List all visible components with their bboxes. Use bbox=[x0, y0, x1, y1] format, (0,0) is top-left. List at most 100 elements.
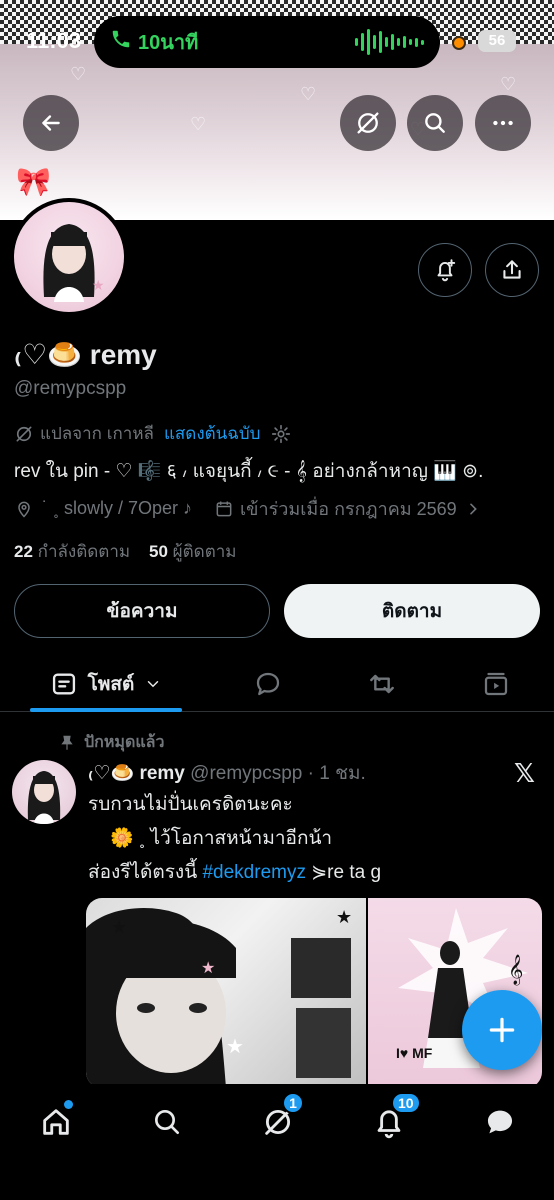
post-header: ₍♡🍮 remy @remypcspp · 1 ชม. bbox=[88, 758, 366, 788]
followers-link[interactable]: 50 ผู้ติดตาม bbox=[149, 542, 237, 561]
more-icon bbox=[493, 120, 513, 126]
profile-tabs: โพสต์ bbox=[0, 656, 554, 712]
chevron-right-icon bbox=[469, 503, 477, 514]
nav-notifications[interactable]: 10 bbox=[369, 1092, 421, 1142]
repost-icon bbox=[370, 674, 394, 694]
share-button[interactable] bbox=[485, 243, 539, 297]
post-author-handle[interactable]: @remypcspp bbox=[190, 763, 302, 784]
followers-count: 50 bbox=[149, 542, 168, 561]
more-button[interactable] bbox=[475, 95, 531, 151]
nav-search[interactable] bbox=[147, 1102, 187, 1142]
translate-icon bbox=[16, 426, 32, 441]
follow-stats: 22 กำลังติดตาม 50 ผู้ติดตาม bbox=[14, 538, 237, 565]
svg-text:★: ★ bbox=[92, 277, 105, 293]
banner-image: ♡ ♡ ♡ ♡ ♡ bbox=[0, 44, 554, 220]
profile-bio: rev ใน pin - ♡ 🎼 ६ ៸ แจยุนกี้ ៸ ૯ - 𝄞 อย… bbox=[14, 461, 484, 482]
call-duration: 10นาที bbox=[138, 32, 199, 54]
reply-icon bbox=[256, 672, 280, 696]
svg-text:I♥ MF: I♥ MF bbox=[396, 1045, 433, 1061]
svg-text:★: ★ bbox=[336, 907, 352, 927]
follow-button[interactable]: ติดตาม bbox=[284, 584, 540, 638]
pinned-label: ปักหมุดแล้ว bbox=[84, 734, 165, 751]
post-text: รบกวนไม่ปั่นเครดิตนะคะ 🌼 ˳ ไว้โอกาสหน้าม… bbox=[88, 788, 381, 890]
bottom-navigation: 1 10 bbox=[0, 1084, 554, 1200]
home-icon bbox=[43, 1109, 69, 1135]
post-media[interactable]: ★ ★ ★ ★ I♥ MF 𝄞 bbox=[86, 898, 542, 1088]
followers-label: ผู้ติดตาม bbox=[172, 542, 237, 561]
posts-icon bbox=[52, 673, 75, 695]
profile-handle: @remypcspp bbox=[14, 378, 127, 399]
post-line: รบกวนไม่ปั่นเครดิตนะคะ bbox=[88, 794, 293, 815]
message-button[interactable]: ข้อความ bbox=[14, 584, 270, 638]
status-time: 11:03 bbox=[26, 28, 82, 53]
share-icon bbox=[503, 260, 521, 279]
calendar-icon bbox=[216, 501, 232, 516]
following-count: 22 bbox=[14, 542, 33, 561]
svg-text:★: ★ bbox=[111, 917, 127, 937]
display-name: ₍♡🍮 remy bbox=[14, 339, 157, 370]
bow-decoration: 🎀 bbox=[16, 166, 51, 197]
show-original-link[interactable]: แสดงต้นฉบับ bbox=[164, 420, 261, 447]
back-button[interactable] bbox=[23, 95, 79, 151]
avatar-image bbox=[27, 771, 61, 824]
post-author-avatar[interactable] bbox=[12, 760, 76, 824]
avatar-image: ★ bbox=[43, 224, 105, 302]
arrow-left-icon bbox=[42, 115, 60, 131]
nav-grok[interactable]: 1 bbox=[258, 1092, 304, 1142]
gear-icon[interactable] bbox=[270, 423, 292, 445]
notifications-badge: 10 bbox=[391, 1092, 421, 1114]
post-author-name[interactable]: ₍♡🍮 remy bbox=[88, 763, 185, 784]
nav-home[interactable] bbox=[36, 1100, 76, 1142]
search-button[interactable] bbox=[407, 95, 463, 151]
photo-image: ★ ★ ★ ★ bbox=[86, 907, 352, 1088]
following-label: กำลังติดตาม bbox=[37, 542, 131, 561]
bell-plus-icon bbox=[437, 259, 456, 282]
svg-text:★: ★ bbox=[226, 1036, 244, 1058]
tab-posts[interactable]: โพสต์ bbox=[30, 656, 182, 712]
home-notification-dot bbox=[64, 1100, 73, 1109]
pin-icon bbox=[61, 735, 73, 750]
chat-icon bbox=[487, 1110, 513, 1134]
post-image[interactable]: ★ ★ ★ ★ bbox=[86, 898, 366, 1088]
privacy-indicator-icon bbox=[452, 36, 466, 50]
svg-text:𝄞: 𝄞 bbox=[508, 954, 523, 986]
translate-icon bbox=[357, 112, 379, 134]
video-icon bbox=[484, 672, 508, 696]
translate-button[interactable] bbox=[340, 95, 396, 151]
notify-button[interactable] bbox=[418, 243, 472, 297]
location-icon bbox=[18, 501, 30, 518]
post-time: · 1 ชม. bbox=[307, 763, 366, 784]
call-indicator[interactable]: 10นาที bbox=[94, 16, 440, 68]
profile-meta: ˙ ˳ slowly / 7Oper ♪ เข้าร่วมเมื่อ กรกฎา… bbox=[14, 494, 481, 523]
phone-icon bbox=[110, 28, 132, 56]
compose-post-button[interactable] bbox=[462, 990, 542, 1070]
svg-text:★: ★ bbox=[201, 960, 215, 977]
translated-from-label: แปลจาก เกาหลี bbox=[40, 424, 154, 443]
audio-wave-icon bbox=[355, 29, 424, 55]
heart-decoration: ♡ bbox=[300, 84, 317, 104]
nav-messages[interactable] bbox=[480, 1102, 520, 1142]
battery-icon: 56 bbox=[478, 30, 516, 52]
following-link[interactable]: 22 กำลังติดตาม bbox=[14, 542, 130, 561]
tab-posts-label: โพสต์ bbox=[87, 674, 135, 695]
post-text-segment: ⋟re ta g bbox=[305, 862, 382, 883]
tab-replies[interactable] bbox=[240, 656, 296, 712]
active-tab-indicator bbox=[30, 708, 182, 712]
chevron-down-icon bbox=[148, 681, 159, 688]
heart-decoration: ♡ bbox=[70, 64, 87, 84]
heart-decoration: ♡ bbox=[190, 114, 207, 134]
location-text: ˙ ˳ slowly / 7Oper ♪ bbox=[42, 498, 193, 518]
joined-date: เข้าร่วมเมื่อ กรกฎาคม 2569 bbox=[240, 499, 457, 519]
post-line: ส่องรีได้ตรงนี้ #dekdremyz ⋟re ta g bbox=[88, 856, 381, 890]
heart-decoration: ♡ bbox=[500, 74, 517, 94]
tab-reposts[interactable] bbox=[354, 656, 410, 712]
plus-icon bbox=[489, 1017, 515, 1043]
tab-media[interactable] bbox=[468, 656, 524, 712]
search-icon bbox=[425, 113, 445, 133]
pinned-indicator: ปักหมุดแล้ว bbox=[58, 730, 164, 755]
x-logo-icon: 𝕏 bbox=[514, 758, 535, 788]
post-text-segment: ส่องรีได้ตรงนี้ bbox=[88, 862, 203, 883]
profile-avatar[interactable]: ★ bbox=[10, 198, 128, 316]
hashtag-link[interactable]: #dekdremyz bbox=[202, 862, 306, 883]
post-line: 🌼 ˳ ไว้โอกาสหน้ามาอีกน้า bbox=[110, 828, 333, 849]
